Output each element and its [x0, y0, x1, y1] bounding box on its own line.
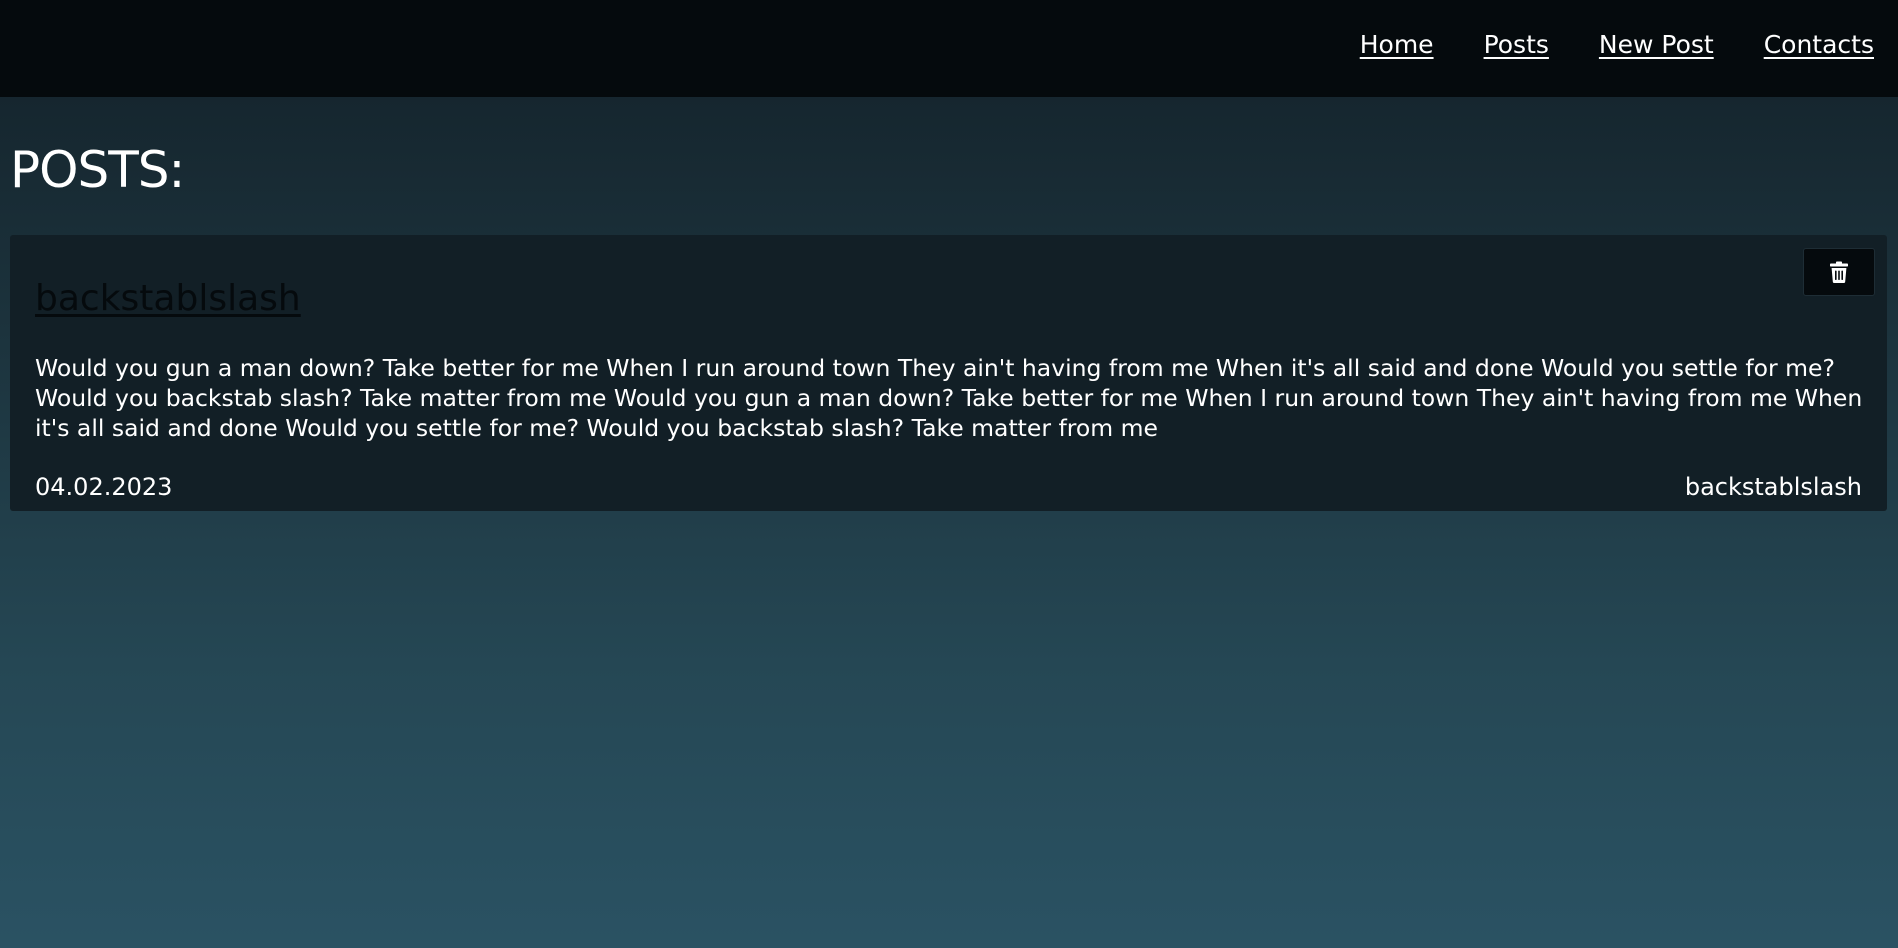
post-card: backstablslash Would you gun a man down?… — [10, 235, 1887, 511]
post-body: Would you gun a man down? Take better fo… — [35, 354, 1863, 442]
nav-links: Home Posts New Post Contacts — [1360, 30, 1874, 59]
nav-link-posts[interactable]: Posts — [1484, 30, 1549, 59]
nav-link-home[interactable]: Home — [1360, 30, 1434, 59]
post-author: backstablslash — [1684, 473, 1862, 501]
navbar: Home Posts New Post Contacts — [0, 0, 1898, 97]
nav-link-contacts[interactable]: Contacts — [1764, 30, 1874, 59]
page-title: POSTS: — [10, 141, 185, 199]
post-date: 04.02.2023 — [35, 473, 173, 501]
post-title-link[interactable]: backstablslash — [35, 277, 301, 321]
delete-post-button[interactable] — [1803, 248, 1875, 296]
trash-icon — [1830, 261, 1848, 283]
nav-link-new-post[interactable]: New Post — [1599, 30, 1714, 59]
